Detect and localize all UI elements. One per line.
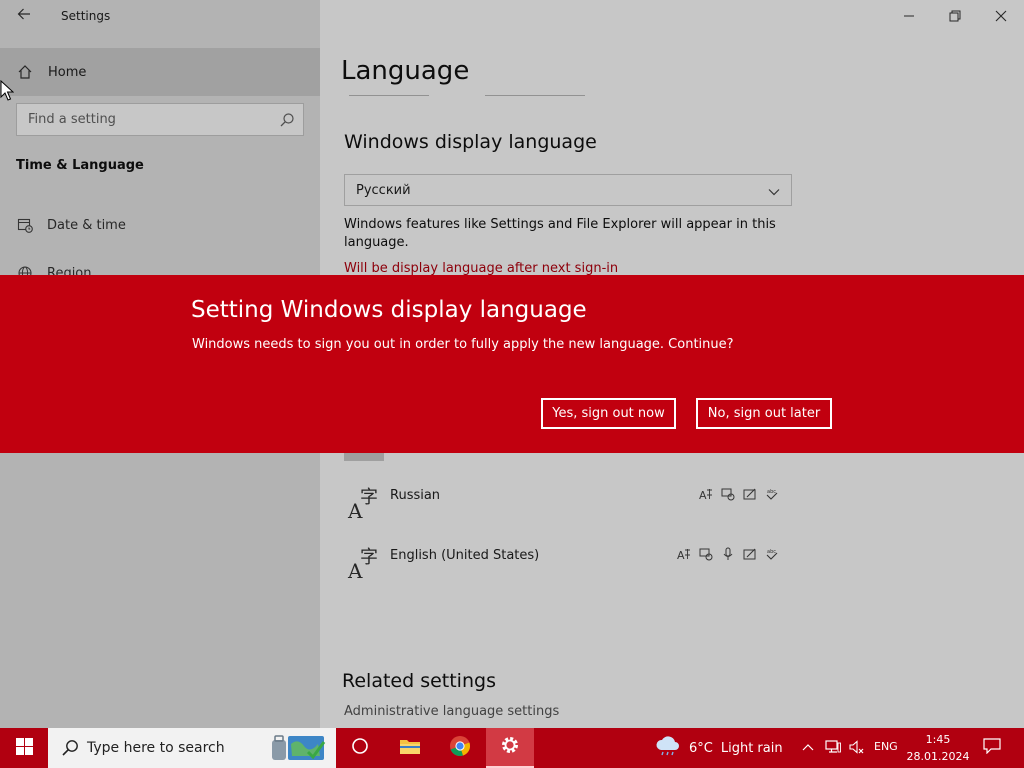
chevron-up-icon: [802, 739, 814, 758]
task-view-button[interactable]: [336, 728, 384, 768]
taskbar-file-explorer[interactable]: [386, 728, 434, 768]
action-center-button[interactable]: [978, 728, 1006, 768]
taskbar-search-box[interactable]: Type here to search: [48, 728, 336, 768]
sign-out-dialog: Setting Windows display language Windows…: [0, 275, 1024, 453]
mouse-pointer-icon: [0, 79, 15, 106]
notification-icon: [983, 738, 1001, 758]
taskbar-search-text: Type here to search: [87, 740, 225, 756]
taskbar-settings[interactable]: [486, 728, 534, 768]
sign-out-later-button[interactable]: No, sign out later: [696, 398, 832, 429]
network-button[interactable]: [822, 728, 844, 768]
dialog-message: Windows needs to sign you out in order t…: [192, 337, 734, 352]
rain-cloud-icon: [655, 735, 681, 761]
search-icon: [60, 738, 80, 758]
cortana-circle-icon: [351, 737, 369, 759]
gear-icon: [500, 735, 520, 759]
clock-date: 28.01.2024: [906, 750, 970, 763]
taskbar: Type here to search 6°C Light rain ENG 1…: [0, 728, 1024, 768]
clock-time: 1:45: [925, 733, 951, 746]
weather-widget[interactable]: 6°C Light rain: [655, 728, 783, 768]
taskbar-clock[interactable]: 1:45 28.01.2024: [905, 731, 971, 765]
network-icon: [825, 739, 841, 758]
windows-logo-icon: [15, 737, 33, 759]
start-button[interactable]: [0, 728, 48, 768]
input-language-indicator[interactable]: ENG: [874, 740, 898, 753]
volume-muted-icon: [849, 739, 865, 758]
volume-button[interactable]: [846, 728, 868, 768]
dialog-title: Setting Windows display language: [191, 297, 587, 323]
weather-temperature: 6°C: [689, 740, 713, 756]
taskbar-chrome[interactable]: [436, 728, 484, 768]
weather-condition: Light rain: [720, 740, 783, 756]
show-hidden-icons-button[interactable]: [798, 728, 818, 768]
folder-icon: [399, 737, 421, 759]
sign-out-now-button[interactable]: Yes, sign out now: [541, 398, 676, 429]
chrome-icon: [449, 735, 471, 761]
search-highlight-icon: [260, 732, 332, 764]
